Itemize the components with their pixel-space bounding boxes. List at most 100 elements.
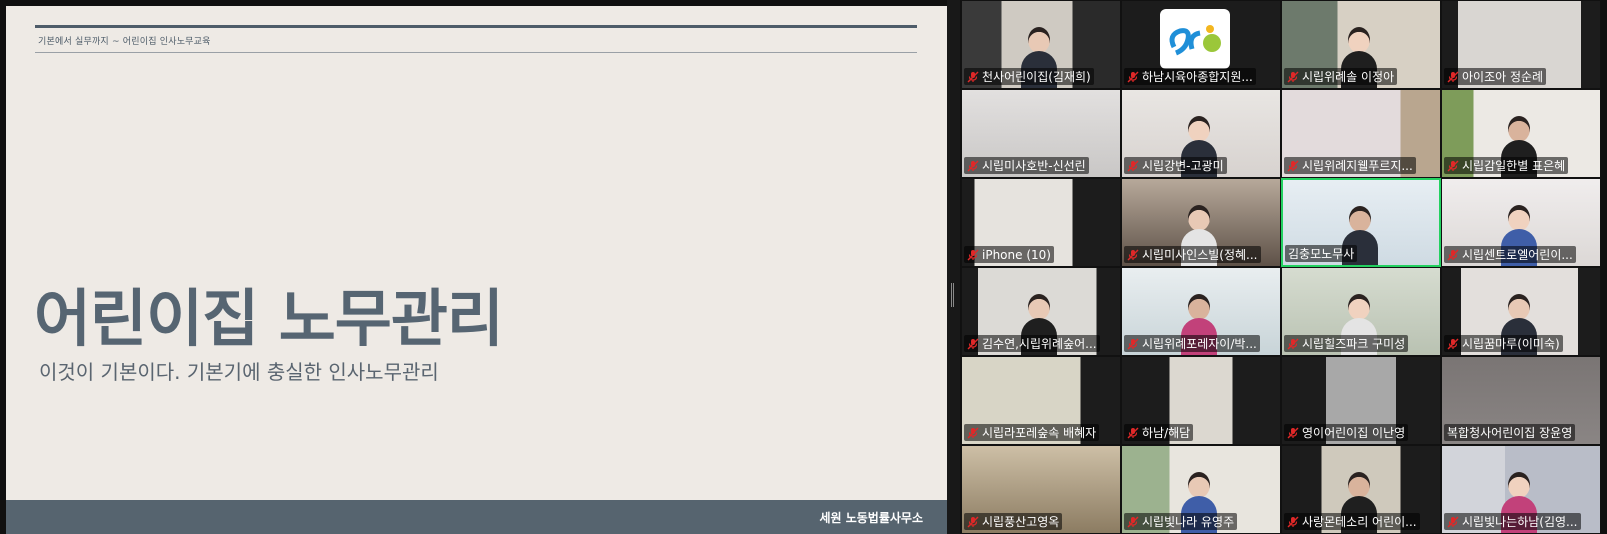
participant-tile[interactable]: iPhone (10) — [961, 178, 1121, 267]
participant-tile[interactable]: 복합청사어린이집 장윤영 — [1441, 356, 1601, 445]
participant-name: 시립미사호반-신선린 — [982, 159, 1086, 173]
slide-header-rule — [35, 52, 917, 53]
slide-top-rule — [35, 25, 917, 28]
participant-name: 사랑몬테소리 어린이... — [1302, 515, 1417, 529]
participant-face — [1028, 27, 1050, 53]
slide-footer-text: 세원 노동법률사무소 — [819, 511, 923, 525]
participant-name: 시립센트로엘어린이... — [1462, 248, 1573, 262]
mic-muted-icon — [1447, 249, 1459, 261]
mic-muted-icon — [1447, 71, 1459, 83]
participant-tile[interactable]: 시립빛나는하남(김영... — [1441, 445, 1601, 534]
mic-muted-icon — [1287, 71, 1299, 83]
participant-tile[interactable]: 하남시육아종합지원... — [1121, 0, 1281, 89]
participant-nameplate: 복합청사어린이집 장윤영 — [1444, 424, 1576, 441]
participant-tile[interactable]: 시립미사인스빌(정혜... — [1121, 178, 1281, 267]
participant-nameplate: 사랑몬테소리 어린이... — [1284, 513, 1420, 530]
participant-nameplate: 시립센트로엘어린이... — [1444, 246, 1576, 263]
participant-tile[interactable]: 하남/해담 — [1121, 356, 1281, 445]
mic-muted-icon — [967, 160, 979, 172]
participant-name: 시립강변-고광미 — [1142, 159, 1224, 173]
participant-tile[interactable]: 시립강변-고광미 — [1121, 89, 1281, 178]
participant-tile[interactable]: 시립위례포레자이/박... — [1121, 267, 1281, 356]
participant-name: 시립위례포레자이/박... — [1142, 337, 1257, 351]
participant-name: 시립라포레숲속 배혜자 — [982, 426, 1097, 440]
slide-subtitle: 이것이 기본이다. 기본기에 충실한 인사노무관리 — [39, 360, 439, 384]
participant-tile[interactable]: 사랑몬테소리 어린이... — [1281, 445, 1441, 534]
participant-face — [1508, 294, 1530, 320]
mic-muted-icon — [1127, 516, 1139, 528]
participant-nameplate: 시립미사호반-신선린 — [964, 157, 1089, 174]
participant-nameplate: iPhone (10) — [964, 246, 1054, 263]
participant-nameplate: 시립빛나라 유영주 — [1124, 513, 1238, 530]
participant-tile[interactable]: 김충모노무사 — [1281, 178, 1441, 267]
participant-face — [1188, 472, 1210, 498]
participant-nameplate: 영이어린이집 이난영 — [1284, 424, 1409, 441]
participant-nameplate: 시립감일한별 표은혜 — [1444, 157, 1569, 174]
participant-face — [1508, 116, 1530, 142]
participant-tile[interactable]: 천사어린이집(김재희) — [961, 0, 1121, 89]
participant-face — [1028, 294, 1050, 320]
mic-muted-icon — [1287, 338, 1299, 350]
participant-name: 김수연,시립위례숲어... — [982, 337, 1097, 351]
participant-nameplate: 하남/해담 — [1124, 424, 1194, 441]
participant-tile[interactable]: 시립센트로엘어린이... — [1441, 178, 1601, 267]
participant-face — [1348, 472, 1370, 498]
participant-tile[interactable]: 시립위례지웰푸르지... — [1281, 89, 1441, 178]
participant-tile[interactable]: 시립위례솔 이정아 — [1281, 0, 1441, 89]
participant-nameplate: 시립위례솔 이정아 — [1284, 68, 1398, 85]
participant-name: 시립힐즈파크 구미성 — [1302, 337, 1406, 351]
participant-face — [1508, 205, 1530, 231]
participant-nameplate: 아이조아 정순례 — [1444, 68, 1547, 85]
participant-name: 시립꿈마루(이미숙) — [1462, 337, 1560, 351]
participant-name: 하남시육아종합지원... — [1142, 70, 1253, 84]
participant-name: 시립빛나라 유영주 — [1142, 515, 1235, 529]
mic-muted-icon — [1127, 71, 1139, 83]
participant-nameplate: 천사어린이집(김재희) — [964, 68, 1094, 85]
mic-muted-icon — [1287, 427, 1299, 439]
participant-tile[interactable]: 시립힐즈파크 구미성 — [1281, 267, 1441, 356]
shared-screen-slide: 기본에서 실무까지 ~ 어린이집 인사노무교육 어린이집 노무관리 이것이 기본… — [6, 6, 947, 534]
mic-muted-icon — [967, 249, 979, 261]
slide-title: 어린이집 노무관리 — [34, 282, 504, 355]
mic-muted-icon — [967, 427, 979, 439]
slide-footer-bar: 세원 노동법률사무소 — [6, 500, 947, 534]
participant-name: 시립풍산고영옥 — [982, 515, 1060, 529]
participant-tile[interactable]: 영이어린이집 이난영 — [1281, 356, 1441, 445]
participant-tile[interactable]: 시립꿈마루(이미숙) — [1441, 267, 1601, 356]
mic-muted-icon — [1447, 516, 1459, 528]
participant-nameplate: 김충모노무사 — [1285, 245, 1358, 262]
mic-muted-icon — [1287, 160, 1299, 172]
participant-nameplate: 시립꿈마루(이미숙) — [1444, 335, 1563, 352]
participant-tile[interactable]: 시립풍산고영옥 — [961, 445, 1121, 534]
panel-splitter[interactable] — [947, 0, 960, 534]
participant-name: 시립빛나는하남(김영... — [1462, 515, 1578, 529]
participant-tile[interactable]: 시립미사호반-신선린 — [961, 89, 1121, 178]
participant-tile[interactable]: 시립빛나라 유영주 — [1121, 445, 1281, 534]
participant-nameplate: 시립풍산고영옥 — [964, 513, 1063, 530]
participant-tile[interactable]: 시립라포레숲속 배혜자 — [961, 356, 1121, 445]
slide-header: 기본에서 실무까지 ~ 어린이집 인사노무교육 — [38, 37, 211, 47]
participant-face — [1349, 206, 1371, 232]
participant-tile[interactable]: 시립감일한별 표은혜 — [1441, 89, 1601, 178]
participant-name: 복합청사어린이집 장윤영 — [1447, 426, 1573, 440]
participant-logo-icon — [1160, 9, 1230, 69]
participant-name: 천사어린이집(김재희) — [982, 70, 1091, 84]
participant-tile[interactable]: 아이조아 정순례 — [1441, 0, 1601, 89]
participant-nameplate: 시립위례포레자이/박... — [1124, 335, 1260, 352]
participant-nameplate: 김수연,시립위례숲어... — [964, 335, 1100, 352]
participant-nameplate: 시립빛나는하남(김영... — [1444, 513, 1581, 530]
participant-nameplate: 시립미사인스빌(정혜... — [1124, 246, 1261, 263]
participant-name: 하남/해담 — [1142, 426, 1191, 440]
participant-name: 아이조아 정순례 — [1462, 70, 1544, 84]
participant-nameplate: 시립강변-고광미 — [1124, 157, 1227, 174]
participant-name: 시립위례지웰푸르지... — [1302, 159, 1413, 173]
mic-muted-icon — [1287, 516, 1299, 528]
participant-gallery: 천사어린이집(김재희) 하남시육아종합지원... 시립위례솔 이정아 아이조아 정순례… — [961, 0, 1601, 534]
participant-name: 김충모노무사 — [1288, 247, 1355, 261]
mic-muted-icon — [967, 71, 979, 83]
participant-nameplate: 시립라포레숲속 배혜자 — [964, 424, 1100, 441]
mic-muted-icon — [1127, 338, 1139, 350]
participant-tile[interactable]: 김수연,시립위례숲어... — [961, 267, 1121, 356]
splitter-grip-icon[interactable] — [951, 283, 954, 307]
participant-nameplate: 시립위례지웰푸르지... — [1284, 157, 1416, 174]
